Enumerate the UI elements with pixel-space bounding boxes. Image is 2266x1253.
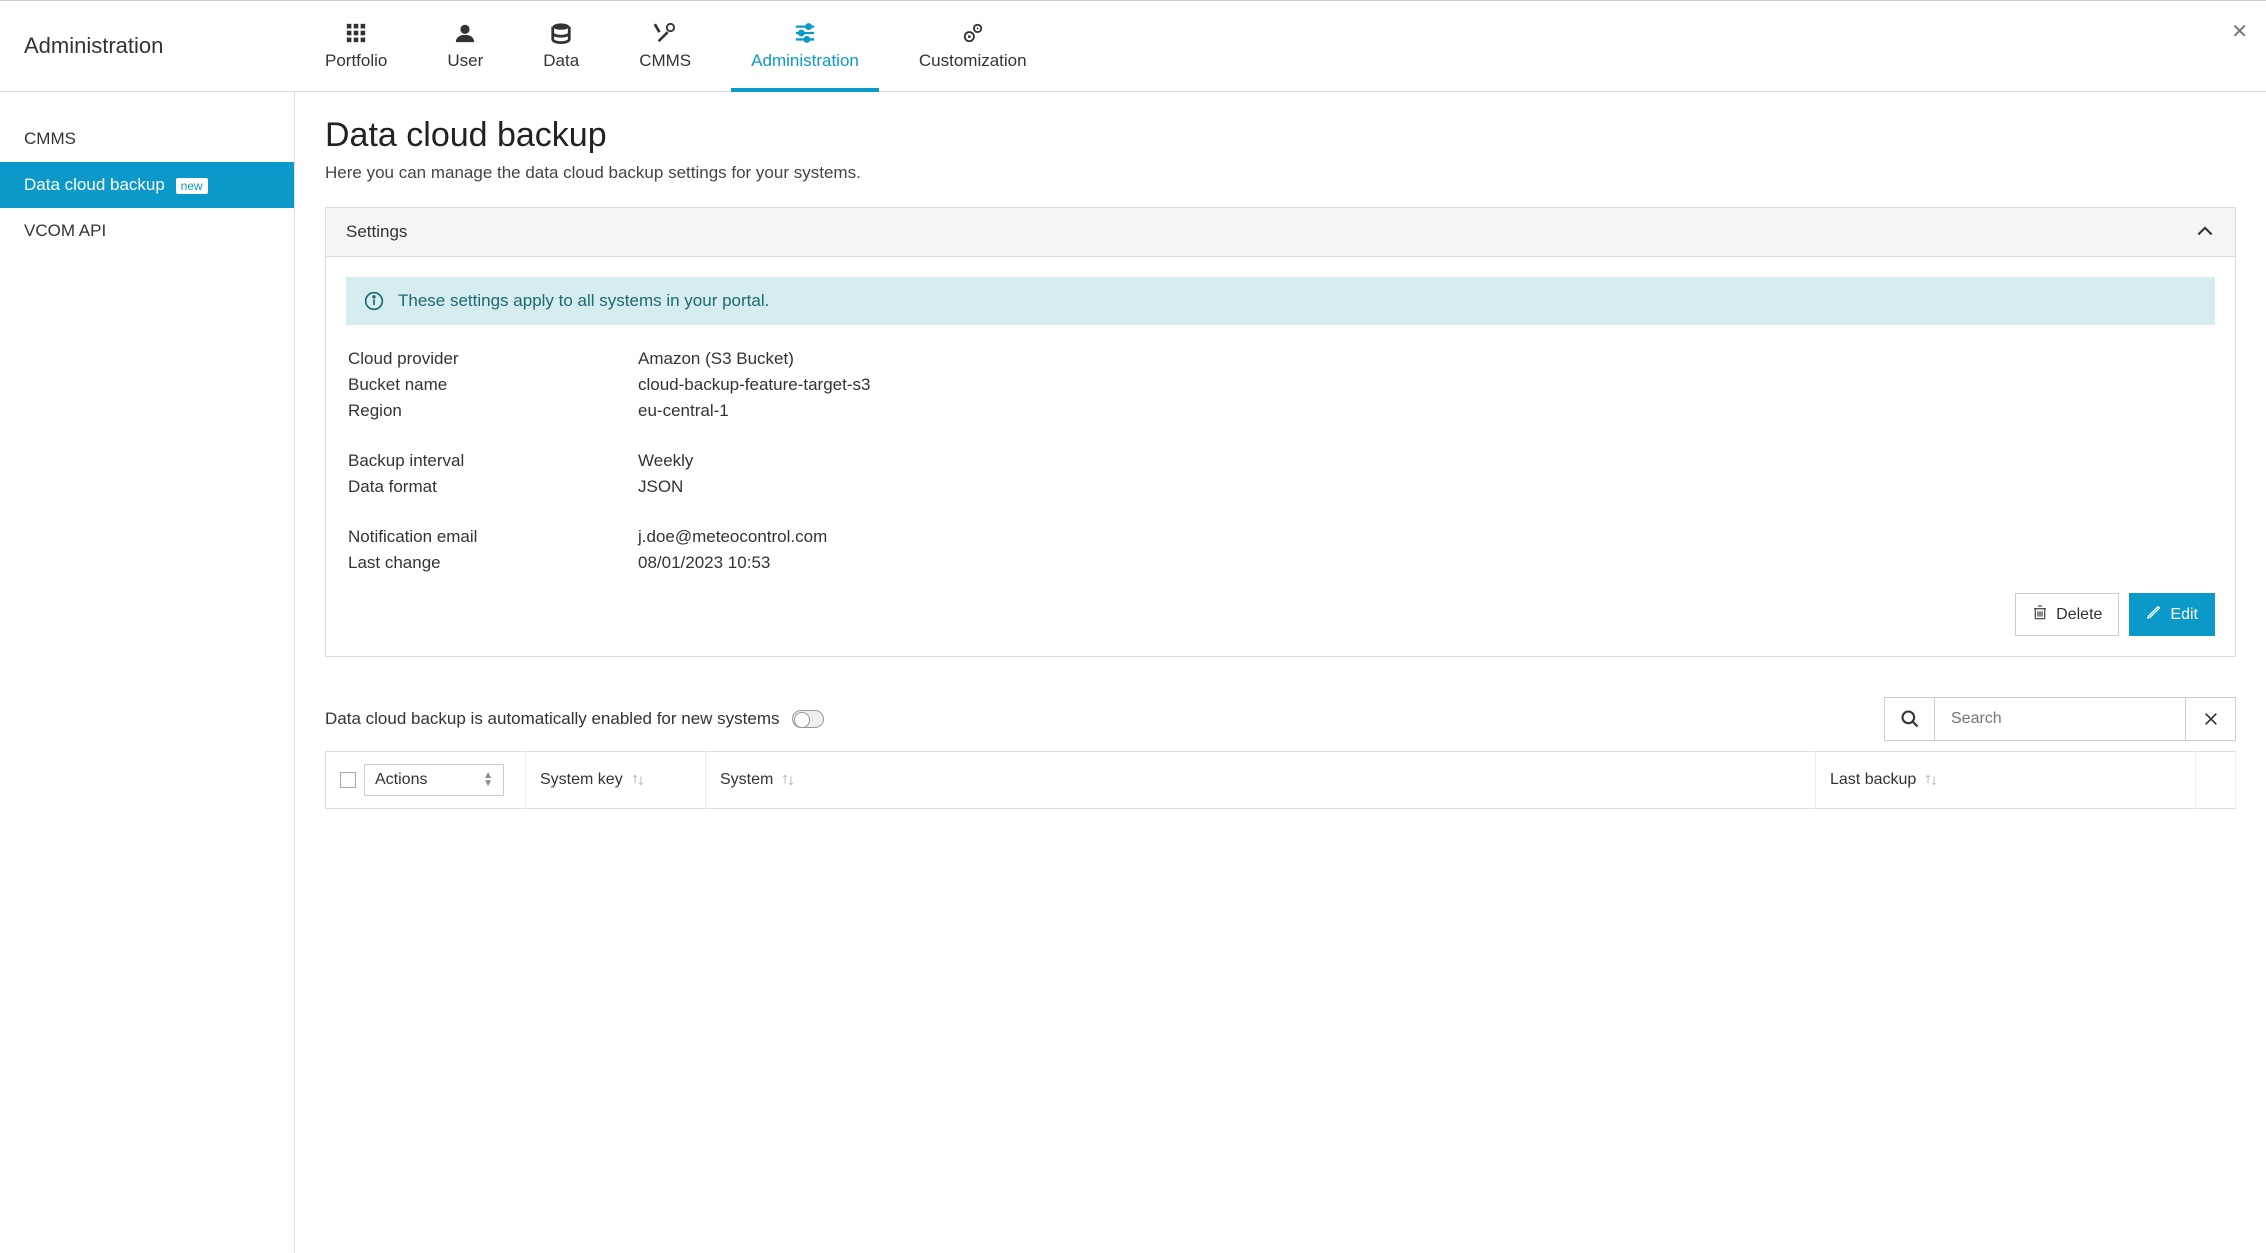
sort-arrows-icon: ▲▼ bbox=[483, 772, 493, 788]
nav-label: Portfolio bbox=[325, 51, 387, 71]
sliders-icon bbox=[791, 21, 819, 45]
settings-panel-title: Settings bbox=[346, 222, 407, 242]
settings-value: Weekly bbox=[638, 451, 693, 471]
settings-row-backup-interval: Backup interval Weekly bbox=[348, 451, 2215, 471]
nav-administration[interactable]: Administration bbox=[721, 1, 889, 91]
settings-label: Notification email bbox=[348, 527, 638, 547]
auto-enable-row: Data cloud backup is automatically enabl… bbox=[325, 697, 2236, 741]
select-all-checkbox[interactable] bbox=[340, 772, 356, 788]
gears-icon bbox=[959, 21, 987, 45]
info-text: These settings apply to all systems in y… bbox=[398, 291, 769, 311]
settings-value: j.doe@meteocontrol.com bbox=[638, 527, 827, 547]
main-content: Data cloud backup Here you can manage th… bbox=[295, 92, 2266, 1253]
page-description: Here you can manage the data cloud backu… bbox=[325, 163, 2236, 183]
settings-label: Bucket name bbox=[348, 375, 638, 395]
info-banner: These settings apply to all systems in y… bbox=[346, 277, 2215, 325]
sort-icon[interactable] bbox=[631, 773, 645, 787]
sidebar-item-data-cloud-backup[interactable]: Data cloud backup new bbox=[0, 162, 294, 208]
topbar-title: Administration bbox=[0, 1, 295, 91]
info-icon bbox=[364, 291, 384, 311]
trash-icon bbox=[2032, 604, 2048, 625]
settings-row-notification-email: Notification email j.doe@meteocontrol.co… bbox=[348, 527, 2215, 547]
column-system-key: System key bbox=[540, 771, 623, 789]
database-icon bbox=[547, 21, 575, 45]
column-system: System bbox=[720, 771, 773, 789]
sort-icon[interactable] bbox=[1924, 773, 1938, 787]
nav-cmms[interactable]: CMMS bbox=[609, 1, 721, 91]
auto-enable-toggle[interactable] bbox=[792, 710, 824, 728]
delete-button[interactable]: Delete bbox=[2015, 593, 2119, 636]
settings-value: eu-central-1 bbox=[638, 401, 729, 421]
settings-panel-body: These settings apply to all systems in y… bbox=[326, 257, 2235, 656]
settings-label: Backup interval bbox=[348, 451, 638, 471]
settings-label: Data format bbox=[348, 477, 638, 497]
settings-row-region: Region eu-central-1 bbox=[348, 401, 2215, 421]
sidebar-item-label: CMMS bbox=[24, 129, 76, 148]
sidebar-item-label: Data cloud backup bbox=[24, 175, 165, 194]
edit-button-label: Edit bbox=[2170, 606, 2198, 624]
tools-icon bbox=[651, 21, 679, 45]
settings-value: 08/01/2023 10:53 bbox=[638, 553, 770, 573]
topbar-nav: Portfolio User Data CMMS bbox=[295, 1, 2266, 91]
nav-data[interactable]: Data bbox=[513, 1, 609, 91]
actions-dropdown[interactable]: Actions ▲▼ bbox=[364, 764, 504, 796]
panel-actions: Delete Edit bbox=[346, 593, 2215, 636]
settings-value: Amazon (S3 Bucket) bbox=[638, 349, 794, 369]
search-input[interactable] bbox=[1935, 698, 2185, 740]
settings-list: Cloud provider Amazon (S3 Bucket) Bucket… bbox=[346, 349, 2215, 573]
user-icon bbox=[451, 21, 479, 45]
settings-row-cloud-provider: Cloud provider Amazon (S3 Bucket) bbox=[348, 349, 2215, 369]
nav-label: Customization bbox=[919, 51, 1027, 71]
nav-portfolio[interactable]: Portfolio bbox=[295, 1, 417, 91]
nav-label: CMMS bbox=[639, 51, 691, 71]
nav-user[interactable]: User bbox=[417, 1, 513, 91]
settings-panel-header[interactable]: Settings bbox=[326, 208, 2235, 257]
settings-value: JSON bbox=[638, 477, 683, 497]
sidebar-item-label: VCOM API bbox=[24, 221, 106, 240]
edit-button[interactable]: Edit bbox=[2129, 593, 2215, 636]
clear-search-icon[interactable] bbox=[2185, 698, 2235, 740]
chevron-up-icon bbox=[2195, 222, 2215, 242]
nav-label: Data bbox=[543, 51, 579, 71]
pencil-icon bbox=[2146, 604, 2162, 625]
sidebar: CMMS Data cloud backup new VCOM API bbox=[0, 92, 295, 1253]
settings-panel: Settings These settings apply to all sys… bbox=[325, 207, 2236, 657]
settings-label: Region bbox=[348, 401, 638, 421]
nav-label: Administration bbox=[751, 51, 859, 71]
search-icon[interactable] bbox=[1885, 698, 1935, 740]
auto-enable-label: Data cloud backup is automatically enabl… bbox=[325, 709, 780, 729]
actions-label: Actions bbox=[375, 771, 427, 789]
sidebar-item-vcom-api[interactable]: VCOM API bbox=[0, 208, 294, 254]
settings-row-last-change: Last change 08/01/2023 10:53 bbox=[348, 553, 2215, 573]
settings-label: Last change bbox=[348, 553, 638, 573]
settings-row-bucket-name: Bucket name cloud-backup-feature-target-… bbox=[348, 375, 2215, 395]
systems-table: Actions ▲▼ System key bbox=[325, 751, 2236, 809]
nav-customization[interactable]: Customization bbox=[889, 1, 1057, 91]
settings-row-data-format: Data format JSON bbox=[348, 477, 2215, 497]
close-icon[interactable]: ✕ bbox=[2231, 19, 2248, 44]
nav-label: User bbox=[447, 51, 483, 71]
sidebar-item-cmms[interactable]: CMMS bbox=[0, 116, 294, 162]
settings-value: cloud-backup-feature-target-s3 bbox=[638, 375, 870, 395]
grid-icon bbox=[342, 21, 370, 45]
page-title: Data cloud backup bbox=[325, 116, 2236, 155]
delete-button-label: Delete bbox=[2056, 606, 2102, 624]
new-badge: new bbox=[176, 178, 208, 194]
topbar: Administration Portfolio User Data bbox=[0, 0, 2266, 92]
sort-icon[interactable] bbox=[781, 773, 795, 787]
settings-label: Cloud provider bbox=[348, 349, 638, 369]
column-last-backup: Last backup bbox=[1830, 771, 1916, 789]
search-group bbox=[1884, 697, 2236, 741]
